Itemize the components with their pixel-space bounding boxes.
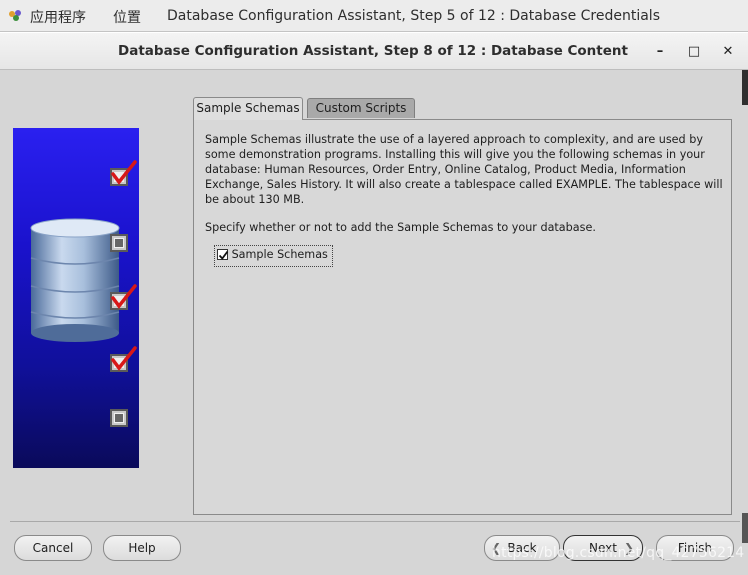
tab-custom-scripts[interactable]: Custom Scripts <box>307 98 415 118</box>
applications-menu[interactable]: 应用程序 <box>30 7 86 27</box>
help-button[interactable]: Help <box>103 535 181 561</box>
chevron-left-icon: ❮ <box>491 541 502 555</box>
finish-button[interactable]: Finish <box>656 535 734 561</box>
back-button[interactable]: ❮ Back <box>484 535 560 561</box>
active-window-title: Database Configuration Assistant, Step 5… <box>167 8 660 24</box>
applications-icon[interactable] <box>8 9 24 23</box>
dialog-titlebar[interactable]: Database Configuration Assistant, Step 8… <box>0 32 748 70</box>
next-button-label: Next <box>589 541 617 555</box>
step-unchecked-icon <box>110 409 128 427</box>
places-menu[interactable]: 位置 <box>113 7 141 27</box>
checkbox-checked-icon[interactable] <box>217 248 229 260</box>
steps-illustration <box>13 128 139 468</box>
window-edge <box>742 70 748 105</box>
minimize-button[interactable]: – <box>650 42 670 62</box>
tab-sample-schemas[interactable]: Sample Schemas <box>193 97 303 120</box>
chevron-right-icon: ❯ <box>623 541 634 555</box>
database-icon <box>30 218 120 342</box>
dialog-title: Database Configuration Assistant, Step 8… <box>118 43 628 59</box>
next-button[interactable]: Next ❯ <box>563 535 643 561</box>
sample-schemas-checkbox-label: Sample Schemas <box>231 248 328 261</box>
sample-schemas-prompt: Specify whether or not to add the Sample… <box>205 221 596 234</box>
step-unchecked-icon <box>110 234 128 252</box>
separator <box>10 521 740 522</box>
window-edge <box>742 513 748 543</box>
sample-schemas-description: Sample Schemas illustrate the use of a l… <box>205 133 723 206</box>
tab-panel-sample-schemas: Sample Schemas illustrate the use of a l… <box>193 119 732 515</box>
step-checked-icon <box>110 160 137 186</box>
sample-schemas-checkbox[interactable]: Sample Schemas <box>214 245 333 267</box>
close-button[interactable]: ✕ <box>718 42 738 62</box>
step-checked-icon <box>110 284 137 310</box>
top-panel: 应用程序 位置 Database Configuration Assistant… <box>0 0 748 32</box>
step-checked-icon <box>110 346 137 372</box>
cancel-button[interactable]: Cancel <box>14 535 92 561</box>
back-button-label: Back <box>507 541 537 555</box>
maximize-button[interactable]: □ <box>684 42 704 62</box>
